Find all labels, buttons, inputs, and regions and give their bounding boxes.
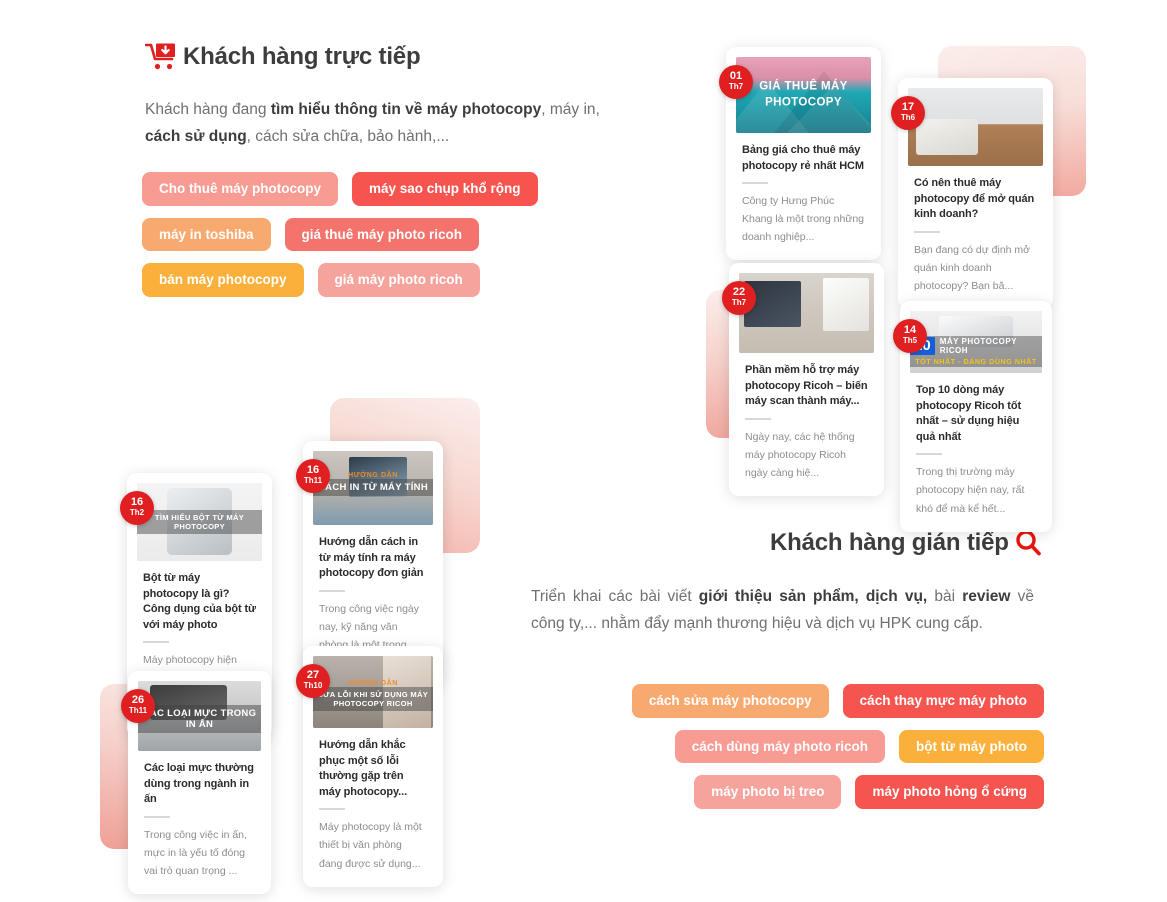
tag-direct-row: Cho thuê máy photocopy máy sao chụp khổ r… — [142, 172, 562, 206]
card-excerpt: Trong thị trường máy photocopy hiện nay,… — [916, 466, 1025, 515]
card-thumbnail: CÁC LOẠI MỰC TRONG IN ẤN — [138, 681, 261, 751]
card-thumbnail: 10 MÁY PHOTOCOPY RICOH TỐT NHẤT - ĐÁNG D… — [910, 311, 1042, 373]
tag-direct-2[interactable]: máy in toshiba — [142, 217, 271, 251]
date-badge: 17 Th6 — [891, 96, 925, 130]
date-badge: 26 Th11 — [121, 689, 155, 723]
card-title: Bảng giá cho thuê máy photocopy rẻ nhất … — [742, 144, 864, 172]
date-badge: 22 Th7 — [722, 281, 756, 315]
section-paragraph-indirect: Triển khai các bài viết giới thiệu sản p… — [531, 588, 1034, 633]
date-badge: 14 Th5 — [893, 319, 927, 353]
card-divider — [144, 815, 170, 818]
tag-indirect-5[interactable]: máy photo hỏng ổ cứng — [855, 775, 1044, 809]
tag-indirect-row: máy photo bị treo máy photo hỏng ổ cứng — [644, 775, 1044, 809]
tag-direct-5[interactable]: giá máy photo ricoh — [317, 263, 480, 297]
tag-direct-row: máy in toshiba giá thuê máy photo ricoh — [142, 217, 562, 251]
cart-down-icon — [145, 42, 179, 72]
tag-indirect-1[interactable]: cách thay mực máy photo — [842, 684, 1044, 718]
card-excerpt: Máy photocopy là một thiết bị văn phòng … — [319, 821, 422, 870]
thumbnail-overlay-sub: HƯỚNG DẪN — [348, 471, 398, 479]
card-divider — [319, 589, 345, 592]
tag-indirect-row: cách sửa máy photocopy cách thay mực máy … — [631, 684, 1044, 718]
tag-indirect-3[interactable]: bột từ máy photo — [898, 729, 1044, 763]
thumbnail-overlay-title: GIÁ THUÊ MÁY PHOTOCOPY — [759, 80, 848, 108]
thumbnail-overlay-sub: HƯỚNG DẪN — [348, 680, 398, 688]
card-thumbnail: GIÁ THUÊ MÁY PHOTOCOPY — [736, 57, 871, 133]
article-card[interactable]: 27 Th10 HƯỚNG DẪN SỬA LỖI KHI SỬ DỤNG MÁ… — [296, 646, 443, 887]
date-badge: 01 Th7 — [719, 65, 753, 99]
card-divider — [916, 453, 942, 456]
card-thumbnail: HƯỚNG DẪN CÁCH IN TỪ MÁY TÍNH — [313, 451, 433, 525]
thumbnail-overlay-title: TÌM HIỂU BỘT TỪ MÁY PHOTOCOPY — [137, 510, 262, 534]
card-excerpt: Bạn đang có dự định mở quán kinh doanh p… — [914, 243, 1031, 292]
thumbnail-overlay-line1: MÁY PHOTOCOPY RICOH — [939, 337, 1017, 355]
article-card[interactable]: 17 Th6 Có nên thuê máy photocopy để mở q… — [891, 78, 1053, 309]
tag-direct-4[interactable]: bán máy photocopy — [142, 263, 304, 297]
tag-direct-1[interactable]: máy sao chụp khổ rộng — [352, 172, 538, 206]
card-thumbnail — [908, 88, 1043, 166]
section-header-direct: Khách hàng trực tiếp — [145, 42, 421, 72]
card-divider — [742, 182, 768, 185]
article-card[interactable]: 26 Th11 CÁC LOẠI MỰC TRONG IN ẤN Các loạ… — [121, 671, 271, 894]
thumbnail-overlay-title: CÁCH IN TỪ MÁY TÍNH — [313, 478, 433, 496]
section-header-indirect: Khách hàng gián tiếp — [770, 528, 1043, 558]
date-badge: 16 Th2 — [120, 491, 154, 525]
tag-indirect-row: cách dùng máy photo ricoh bột từ máy phot… — [644, 729, 1044, 763]
page-root: Khách hàng trực tiếp Khách hàng đang tìm… — [0, 0, 1167, 902]
card-excerpt: Ngày nay, các hệ thống máy photocopy Ric… — [745, 430, 855, 479]
thumbnail-overlay: HƯỚNG DẪN CÁCH IN TỪ MÁY TÍNH — [313, 472, 433, 496]
card-excerpt: Công ty Hưng Phúc Khang là một trong nhữ… — [742, 195, 865, 244]
date-badge: 27 Th10 — [296, 664, 330, 698]
tag-indirect-2[interactable]: cách dùng máy photo ricoh — [674, 729, 885, 763]
card-thumbnail — [739, 273, 874, 353]
card-title: Hướng dẫn cách in từ máy tính ra máy pho… — [319, 536, 424, 580]
thumbnail-overlay-title: SỬA LỖI KHI SỬ DỤNG MÁY PHOTOCOPY RICOH — [313, 687, 433, 712]
thumbnail-overlay: HƯỚNG DẪN SỬA LỖI KHI SỬ DỤNG MÁY PHOTOC… — [313, 680, 433, 712]
card-divider — [914, 230, 940, 233]
card-title: Có nên thuê máy photocopy để mở quán kin… — [914, 177, 1035, 221]
card-title: Hướng dẫn khắc phục một số lỗi thường gặ… — [319, 739, 408, 798]
card-title: Bột từ máy photocopy là gì? Công dụng củ… — [143, 572, 256, 631]
card-title: Các loại mực thường dùng trong ngành in … — [144, 762, 254, 806]
article-card[interactable]: 14 Th5 10 MÁY PHOTOCOPY RICOH TỐT NHẤT -… — [893, 301, 1052, 532]
card-thumbnail: TÌM HIỂU BỘT TỪ MÁY PHOTOCOPY — [137, 483, 262, 561]
article-card[interactable]: 22 Th7 Phần mềm hỗ trợ máy photocopy Ric… — [722, 263, 884, 496]
card-title: Top 10 dòng máy photocopy Ricoh tốt nhất… — [916, 384, 1022, 443]
tag-direct-0[interactable]: Cho thuê máy photocopy — [142, 172, 338, 206]
thumbnail-overlay-title: CÁC LOẠI MỰC TRONG IN ẤN — [138, 704, 261, 733]
tag-indirect-4[interactable]: máy photo bị treo — [694, 775, 842, 809]
tag-list-indirect: cách sửa máy photocopy cách thay mực máy … — [631, 684, 1044, 809]
search-icon — [1013, 528, 1043, 558]
thumbnail-overlay-line2: TỐT NHẤT - ĐÁNG DÙNG NHẤT — [910, 356, 1042, 367]
tag-indirect-0[interactable]: cách sửa máy photocopy — [631, 684, 829, 718]
page-title-direct: Khách hàng trực tiếp — [183, 42, 421, 70]
page-title-indirect: Khách hàng gián tiếp — [770, 528, 1009, 556]
card-divider — [143, 641, 169, 644]
tag-direct-row: bán máy photocopy giá máy photo ricoh — [142, 263, 562, 297]
card-excerpt: Trong công việc in ấn, mực in là yếu tố … — [144, 828, 247, 877]
date-badge: 16 Th11 — [296, 459, 330, 493]
card-thumbnail: HƯỚNG DẪN SỬA LỖI KHI SỬ DỤNG MÁY PHOTOC… — [313, 656, 433, 728]
card-divider — [319, 808, 345, 811]
tag-direct-3[interactable]: giá thuê máy photo ricoh — [284, 217, 480, 251]
section-paragraph-direct: Khách hàng đang tìm hiểu thông tin về má… — [145, 101, 600, 146]
article-card[interactable]: 01 Th7 GIÁ THUÊ MÁY PHOTOCOPY Bảng giá c… — [719, 47, 881, 261]
thumbnail-overlay: 10 MÁY PHOTOCOPY RICOH TỐT NHẤT - ĐÁNG D… — [910, 336, 1042, 367]
card-title: Phần mềm hỗ trợ máy photocopy Ricoh – bi… — [745, 364, 868, 408]
card-divider — [745, 417, 771, 420]
tag-list-direct: Cho thuê máy photocopy máy sao chụp khổ r… — [142, 172, 562, 297]
